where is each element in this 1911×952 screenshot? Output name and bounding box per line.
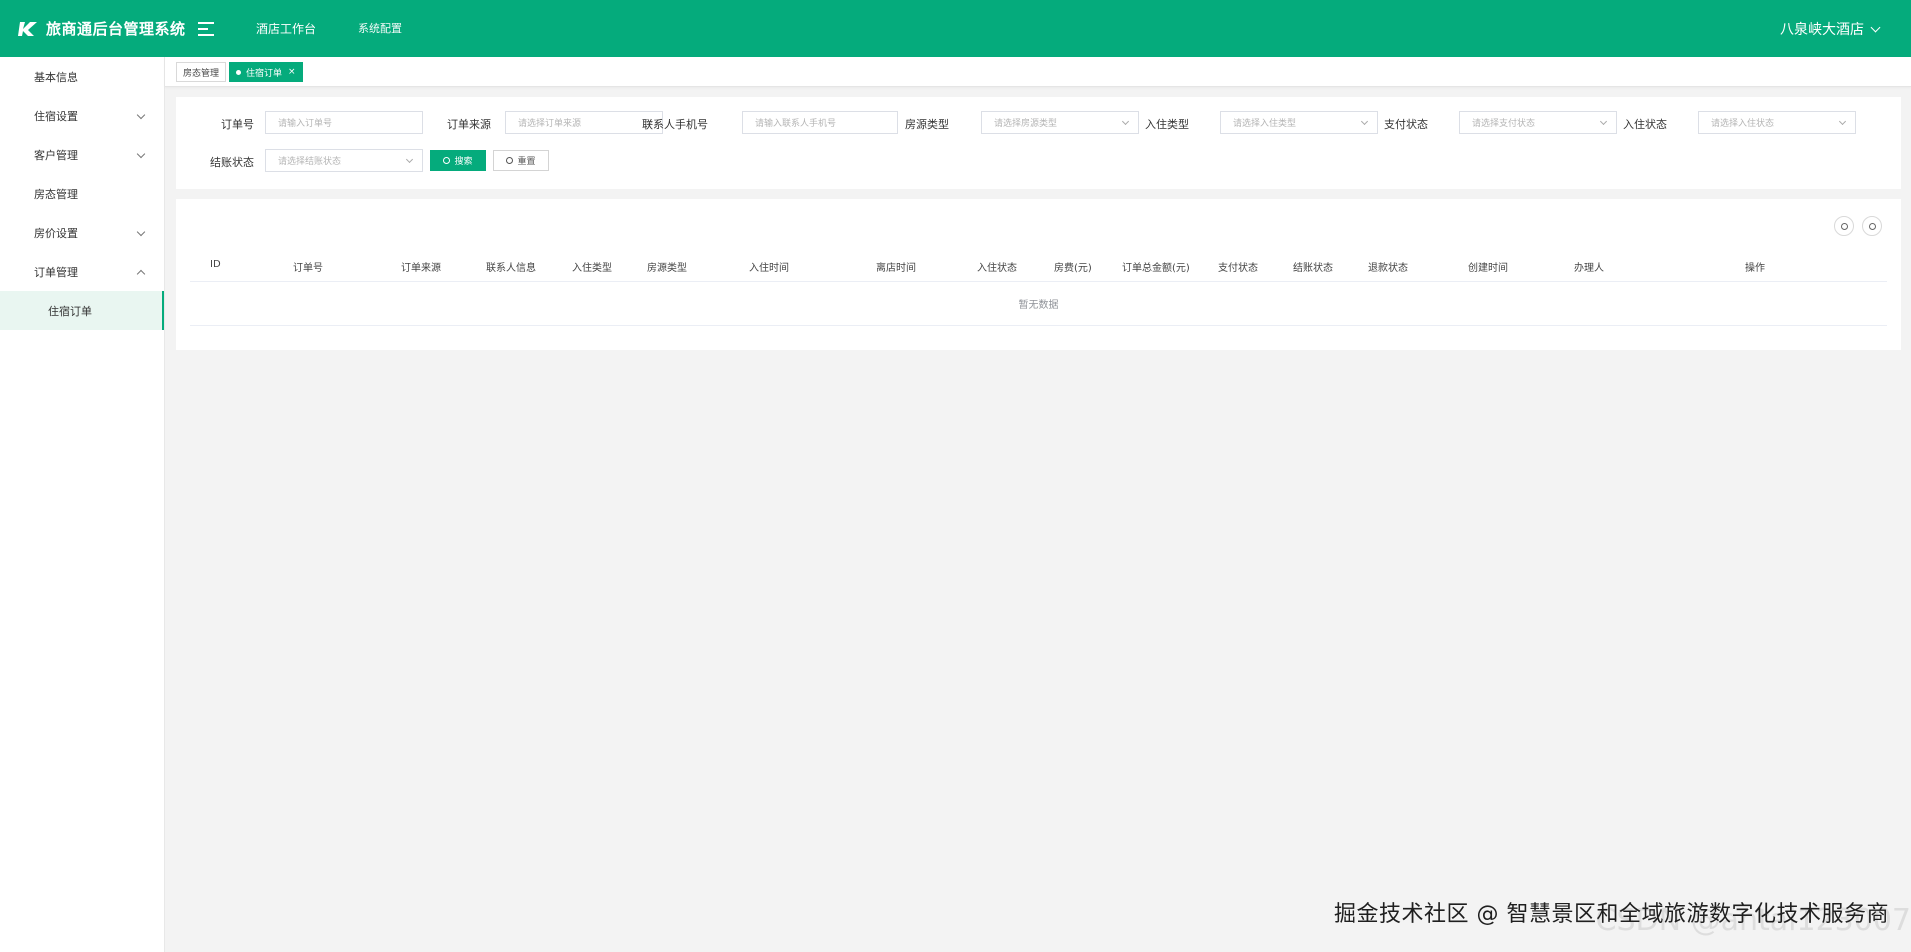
tab-label: 住宿订单 xyxy=(246,68,283,79)
sidebar-item-lodging-orders[interactable]: 住宿订单 xyxy=(0,291,164,330)
refresh-icon xyxy=(506,157,514,164)
search-icon xyxy=(1840,222,1848,230)
column-header: 入住时间 xyxy=(749,263,789,274)
hotel-name: 八泉峡大酒店 xyxy=(1780,22,1864,38)
nav-system-config[interactable]: 系统配置 xyxy=(358,20,402,37)
chevron-down-icon xyxy=(405,155,414,164)
hotel-selector[interactable]: 八泉峡大酒店 xyxy=(1780,19,1881,39)
phone-input[interactable]: 请输入联系人手机号 xyxy=(742,111,898,134)
sidebar-item-room-price[interactable]: 房价设置 xyxy=(0,213,164,252)
column-header: 入住类型 xyxy=(572,263,612,274)
chevron-down-icon xyxy=(1360,117,1369,126)
room-type-label: 房源类型 xyxy=(905,118,949,131)
room-type-select[interactable]: 请选择房源类型 xyxy=(981,111,1139,134)
search-toggle-button[interactable] xyxy=(1834,216,1854,236)
sidebar-item-label: 客户管理 xyxy=(34,148,78,162)
order-no-input[interactable]: 请输入订单号 xyxy=(265,111,423,134)
tab-lodging-orders[interactable]: 住宿订单 × xyxy=(229,62,303,82)
empty-state: 暂无数据 xyxy=(190,282,1887,326)
search-button-label: 搜索 xyxy=(454,157,473,167)
checkin-type-label: 入住类型 xyxy=(1145,118,1189,131)
app-title: 旅商通后台管理系统 xyxy=(46,20,186,38)
order-source-label: 订单来源 xyxy=(447,118,491,131)
column-header: 结账状态 xyxy=(1293,263,1333,274)
chevron-down-icon xyxy=(1838,117,1847,126)
active-dot-icon xyxy=(236,69,241,75)
reset-button-label: 重置 xyxy=(517,157,536,167)
column-header: 办理人 xyxy=(1574,263,1604,274)
search-icon xyxy=(443,157,451,164)
column-header: 订单号 xyxy=(293,263,323,274)
sidebar-item-label: 订单管理 xyxy=(34,265,78,279)
column-header: 联系人信息 xyxy=(486,263,536,274)
watermark: 掘金技术社区 @ 智慧景区和全域旅游数字化技术服务商 xyxy=(1334,902,1889,927)
chevron-down-icon xyxy=(1870,22,1881,32)
search-button[interactable]: 搜索 xyxy=(430,150,486,171)
column-header: 房费(元) xyxy=(1054,263,1092,274)
chevron-down-icon xyxy=(136,110,146,120)
column-header: 入住状态 xyxy=(977,263,1017,274)
sidebar-item-label: 房态管理 xyxy=(34,187,78,201)
chevron-up-icon xyxy=(136,269,146,279)
sidebar-item-basic-info[interactable]: 基本信息 xyxy=(0,57,164,96)
close-icon[interactable]: × xyxy=(288,67,296,77)
column-header: ID xyxy=(210,259,221,270)
column-header: 房源类型 xyxy=(647,263,687,274)
chevron-down-icon xyxy=(136,149,146,159)
pay-status-select[interactable]: 请选择支付状态 xyxy=(1459,111,1617,134)
nav-hotel-workbench[interactable]: 酒店工作台 xyxy=(256,20,316,37)
column-header: 离店时间 xyxy=(876,263,916,274)
column-header: 订单来源 xyxy=(401,263,441,274)
checkin-type-select[interactable]: 请选择入住类型 xyxy=(1220,111,1378,134)
order-no-label: 订单号 xyxy=(221,118,254,131)
checkin-status-select[interactable]: 请选择入住状态 xyxy=(1698,111,1856,134)
column-header: 退款状态 xyxy=(1368,263,1408,274)
settle-status-placeholder: 请选择结账状态 xyxy=(278,157,342,167)
logo-icon xyxy=(18,21,37,36)
order-source-placeholder: 请选择订单来源 xyxy=(518,119,582,129)
top-nav: 酒店工作台 系统配置 xyxy=(256,20,444,37)
tab-label: 房态管理 xyxy=(183,68,220,79)
order-source-select[interactable]: 请选择订单来源 xyxy=(505,111,663,134)
pay-status-label: 支付状态 xyxy=(1384,118,1428,131)
sidebar-item-order-management[interactable]: 订单管理 xyxy=(0,252,164,291)
sidebar-item-label: 住宿设置 xyxy=(34,109,78,123)
pay-status-placeholder: 请选择支付状态 xyxy=(1472,119,1536,129)
logo: 旅商通后台管理系统 xyxy=(0,18,190,39)
chevron-down-icon xyxy=(1121,117,1130,126)
top-header: 旅商通后台管理系统 酒店工作台 系统配置 八泉峡大酒店 xyxy=(0,0,1911,57)
chevron-down-icon xyxy=(1599,117,1608,126)
reset-button[interactable]: 重置 xyxy=(493,150,549,171)
settle-status-label: 结账状态 xyxy=(210,156,254,169)
room-type-placeholder: 请选择房源类型 xyxy=(994,119,1058,129)
column-header: 支付状态 xyxy=(1218,263,1258,274)
sidebar-item-room-status[interactable]: 房态管理 xyxy=(0,174,164,213)
sidebar-item-lodging-settings[interactable]: 住宿设置 xyxy=(0,96,164,135)
refresh-button[interactable] xyxy=(1862,216,1882,236)
column-header: 订单总金额(元) xyxy=(1122,263,1190,274)
phone-label: 联系人手机号 xyxy=(642,118,708,131)
checkin-status-label: 入住状态 xyxy=(1623,118,1667,131)
column-header: 操作 xyxy=(1745,263,1765,274)
sidebar-item-label: 住宿订单 xyxy=(48,304,92,318)
checkin-type-placeholder: 请选择入住类型 xyxy=(1233,119,1297,129)
filter-panel: 订单号 请输入订单号 订单来源 请选择订单来源 联系人手机号 请输入联系人手机号… xyxy=(176,97,1901,189)
checkin-status-placeholder: 请选择入住状态 xyxy=(1711,119,1775,129)
sidebar-item-label: 基本信息 xyxy=(34,70,78,84)
sidebar-item-customer-management[interactable]: 客户管理 xyxy=(0,135,164,174)
settle-status-select[interactable]: 请选择结账状态 xyxy=(265,149,423,172)
table-panel: ID 订单号 订单来源 联系人信息 入住类型 房源类型 入住时间 离店时间 入住… xyxy=(176,199,1901,350)
sidebar: 基本信息 住宿设置 客户管理 房态管理 房价设置 订单管理 住宿订单 xyxy=(0,57,165,952)
chevron-down-icon xyxy=(136,227,146,237)
menu-toggle-icon[interactable] xyxy=(198,21,214,36)
tab-room-status[interactable]: 房态管理 xyxy=(176,62,227,82)
refresh-icon xyxy=(1868,222,1876,230)
column-header: 创建时间 xyxy=(1468,263,1508,274)
sidebar-item-label: 房价设置 xyxy=(34,226,78,240)
tabs-bar: 房态管理 住宿订单 × xyxy=(165,57,1911,87)
